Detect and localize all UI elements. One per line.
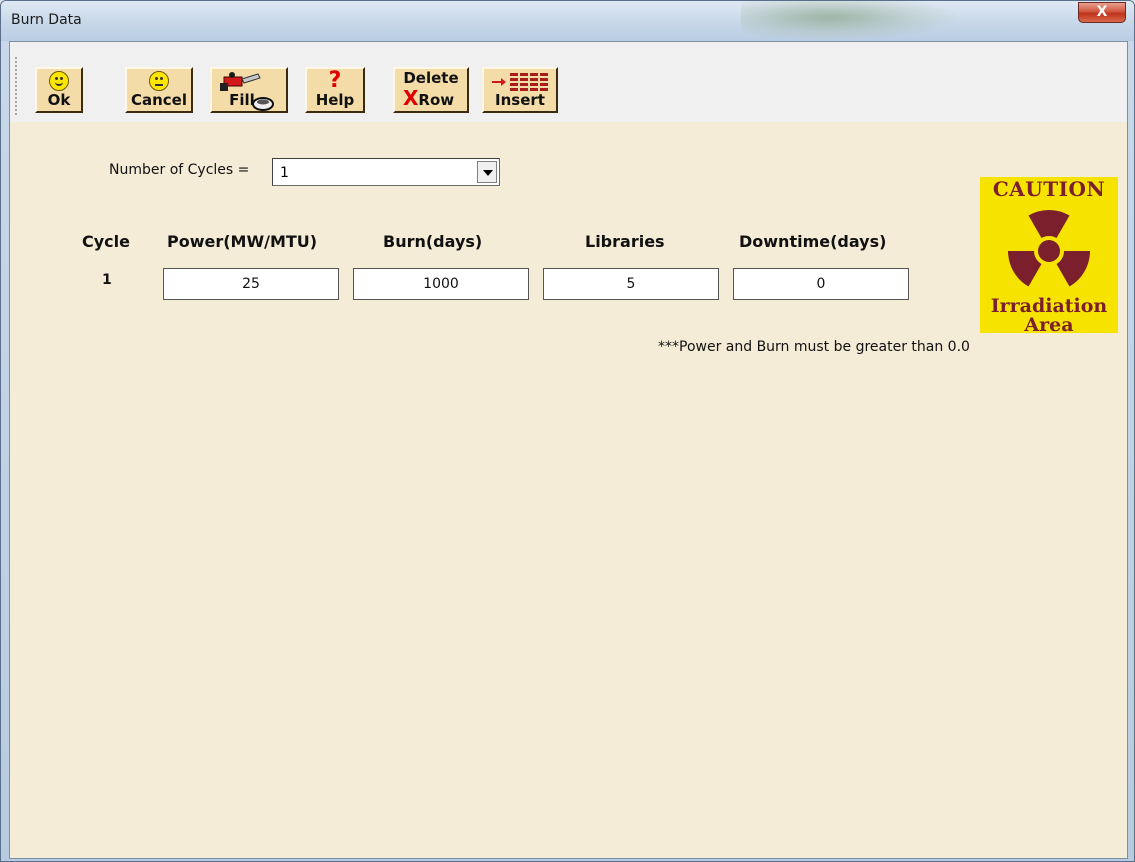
close-button[interactable]: X [1078, 2, 1126, 23]
column-header-downtime: Downtime(days) [739, 232, 887, 251]
cycle-number: 1 [102, 272, 112, 288]
red-x-icon: X [403, 86, 419, 110]
question-mark-icon: ? [328, 68, 342, 93]
caution-sign: CAUTION Irradiation Area [980, 177, 1118, 333]
irradiation-area-text: Irradiation Area [990, 295, 1108, 334]
cycles-label: Number of Cycles = [109, 162, 250, 178]
fuel-pump-icon [220, 72, 261, 91]
help-button[interactable]: ? Help [305, 67, 365, 113]
window-title: Burn Data [11, 12, 82, 28]
smiley-happy-icon [49, 71, 69, 91]
libraries-input[interactable]: 5 [543, 268, 719, 300]
ok-button[interactable]: Ok [35, 67, 83, 113]
burn-input[interactable]: 1000 [353, 268, 529, 300]
cancel-label: Cancel [130, 91, 187, 109]
insert-label: Insert [495, 91, 545, 109]
validation-note: ***Power and Burn must be greater than 0… [658, 339, 970, 355]
cycles-value: 1 [280, 165, 289, 181]
burn-data-window: Burn Data X Ok Cancel Fill ? Help Delete… [0, 0, 1135, 862]
dialog-client-area: Ok Cancel Fill ? Help Delete XRow Insert… [9, 41, 1128, 859]
fill-button[interactable]: Fill [210, 67, 288, 113]
column-header-burn: Burn(days) [383, 232, 483, 251]
ok-label: Ok [47, 91, 71, 109]
radiation-trefoil-icon [1008, 210, 1090, 287]
toolbar-grip-handle[interactable] [14, 56, 18, 116]
insert-row-icon [492, 73, 548, 91]
dropdown-arrow-icon[interactable] [477, 161, 497, 183]
row-label-wrap: XRow [403, 88, 467, 109]
column-header-cycle: Cycle [82, 232, 130, 251]
cycles-combobox[interactable]: 1 [272, 158, 500, 186]
delete-row-button[interactable]: Delete XRow [393, 67, 469, 113]
caution-text: CAUTION [992, 177, 1106, 201]
row-label: Row [418, 91, 455, 109]
cancel-button[interactable]: Cancel [125, 67, 193, 113]
bucket-icon [252, 97, 274, 111]
downtime-input[interactable]: 0 [733, 268, 909, 300]
help-label: Help [315, 91, 355, 109]
column-header-libraries: Libraries [585, 232, 665, 251]
title-bar[interactable]: Burn Data X [1, 1, 1134, 41]
title-decoration [741, 1, 961, 41]
toolbar: Ok Cancel Fill ? Help Delete XRow Insert [10, 42, 1127, 122]
column-header-power: Power(MW/MTU) [167, 232, 318, 251]
power-input[interactable]: 25 [163, 268, 339, 300]
smiley-neutral-icon [149, 71, 169, 91]
insert-button[interactable]: Insert [482, 67, 558, 113]
delete-label: Delete [403, 69, 459, 87]
